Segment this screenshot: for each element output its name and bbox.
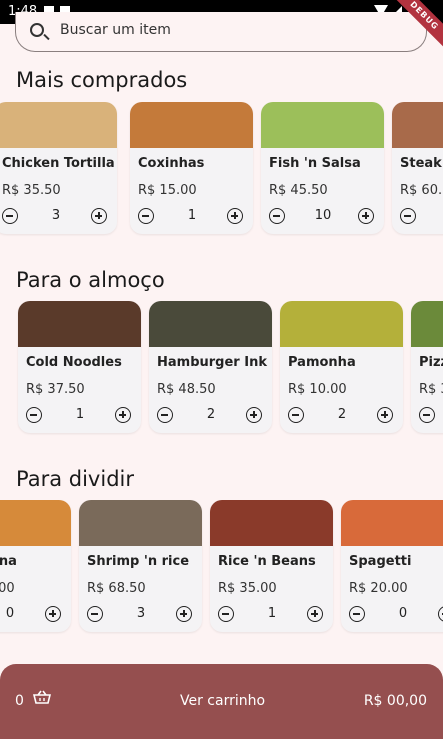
decrease-quantity-button[interactable] xyxy=(269,208,285,224)
product-price: R$ 37.50 xyxy=(26,382,85,397)
product-price: R$ 45.50 xyxy=(269,183,328,198)
product-name: Pizza xyxy=(419,355,443,370)
product-name: Fish 'n Salsa xyxy=(269,156,361,171)
product-carousel[interactable]: Cold Noodles R$ 37.50 1 Hamburger Ink R$ 48.… xyxy=(0,301,443,441)
product-image xyxy=(341,500,443,546)
increase-quantity-button[interactable] xyxy=(307,606,323,622)
product-name: Steak xyxy=(400,156,442,171)
product-price: R$ 20.00 xyxy=(349,581,408,596)
product-name: Shrimp 'n rice xyxy=(87,554,190,569)
increase-quantity-button[interactable] xyxy=(115,407,131,423)
decrease-quantity-button[interactable] xyxy=(26,407,42,423)
product-price: R$ 30.00 xyxy=(419,382,443,397)
quantity-value: 1 xyxy=(267,606,277,621)
product-name: Pamonha xyxy=(288,355,356,370)
decrease-quantity-button[interactable] xyxy=(157,407,173,423)
product-price: R$ 40.00 xyxy=(0,581,15,596)
product-name: Spagetti xyxy=(349,554,412,569)
product-carousel[interactable]: Chicken Tortilla R$ 35.50 3 Coxinhas R$ 15.0… xyxy=(0,102,443,242)
product-image xyxy=(130,102,253,148)
product-price: R$ 10.00 xyxy=(288,382,347,397)
product-card[interactable]: Lasagna R$ 40.00 0 xyxy=(0,500,71,632)
increase-quantity-button[interactable] xyxy=(45,606,61,622)
basket-icon xyxy=(32,690,52,704)
product-name: Rice 'n Beans xyxy=(218,554,316,569)
product-price: R$ 60.00 xyxy=(400,183,443,198)
decrease-quantity-button[interactable] xyxy=(2,208,18,224)
product-image xyxy=(261,102,384,148)
section-title: Para dividir xyxy=(16,467,134,491)
quantity-value: 0 xyxy=(398,606,408,621)
decrease-quantity-button[interactable] xyxy=(400,208,416,224)
quantity-value: 0 xyxy=(5,606,15,621)
quantity-value: 3 xyxy=(136,606,146,621)
cart-count: 0 xyxy=(15,693,24,709)
product-card[interactable]: Coxinhas R$ 15.00 1 xyxy=(130,102,253,234)
product-name: Hamburger Ink xyxy=(157,355,267,370)
product-image xyxy=(0,102,117,148)
search-placeholder: Buscar um item xyxy=(60,22,171,38)
increase-quantity-button[interactable] xyxy=(91,208,107,224)
product-card[interactable]: Fish 'n Salsa R$ 45.50 10 xyxy=(261,102,384,234)
decrease-quantity-button[interactable] xyxy=(288,407,304,423)
quantity-value: 10 xyxy=(314,208,332,223)
product-image xyxy=(210,500,333,546)
decrease-quantity-button[interactable] xyxy=(218,606,234,622)
product-carousel[interactable]: Lasagna R$ 40.00 0 Shrimp 'n rice R$ 68.50 3 R… xyxy=(0,500,443,640)
increase-quantity-button[interactable] xyxy=(377,407,393,423)
product-price: R$ 35.00 xyxy=(218,581,277,596)
product-image xyxy=(149,301,272,347)
search-bar[interactable]: Buscar um item xyxy=(15,12,427,52)
product-card[interactable]: SteakR$ 60.000 xyxy=(392,102,443,234)
increase-quantity-button[interactable] xyxy=(227,208,243,224)
product-card[interactable]: Cold Noodles R$ 37.50 1 xyxy=(18,301,141,433)
product-price: R$ 48.50 xyxy=(157,382,216,397)
product-image xyxy=(0,500,71,546)
product-price: R$ 35.50 xyxy=(2,183,61,198)
product-image xyxy=(18,301,141,347)
cart-bar[interactable]: 0 Ver carrinho R$ 00,00 xyxy=(0,664,443,739)
product-card[interactable]: Pamonha R$ 10.00 2 xyxy=(280,301,403,433)
product-card[interactable]: Shrimp 'n rice R$ 68.50 3 xyxy=(79,500,202,632)
product-card[interactable]: Hamburger Ink R$ 48.50 2 xyxy=(149,301,272,433)
increase-quantity-button[interactable] xyxy=(438,606,443,622)
product-name: Lasagna xyxy=(0,554,17,569)
increase-quantity-button[interactable] xyxy=(176,606,192,622)
decrease-quantity-button[interactable] xyxy=(349,606,365,622)
product-name: Cold Noodles xyxy=(26,355,122,370)
product-card[interactable]: Chicken Tortilla R$ 35.50 3 xyxy=(0,102,117,234)
product-card[interactable]: Rice 'n Beans R$ 35.00 1 xyxy=(210,500,333,632)
section-title: Mais comprados xyxy=(16,68,188,92)
product-image xyxy=(79,500,202,546)
increase-quantity-button[interactable] xyxy=(246,407,262,423)
product-price: R$ 15.00 xyxy=(138,183,197,198)
cart-total: R$ 00,00 xyxy=(363,693,427,709)
increase-quantity-button[interactable] xyxy=(358,208,374,224)
product-card[interactable]: PizzaR$ 30.000 xyxy=(411,301,443,433)
product-image xyxy=(411,301,443,347)
view-cart-label: Ver carrinho xyxy=(180,693,266,709)
decrease-quantity-button[interactable] xyxy=(419,407,435,423)
section-title: Para o almoço xyxy=(16,268,165,292)
product-price: R$ 68.50 xyxy=(87,581,146,596)
quantity-value: 3 xyxy=(51,208,61,223)
product-name: Chicken Tortilla xyxy=(2,156,115,171)
product-image xyxy=(392,102,443,148)
quantity-value: 2 xyxy=(206,407,216,422)
search-icon xyxy=(30,23,44,37)
product-card[interactable]: Spagetti R$ 20.00 0 xyxy=(341,500,443,632)
decrease-quantity-button[interactable] xyxy=(138,208,154,224)
quantity-value: 1 xyxy=(187,208,197,223)
decrease-quantity-button[interactable] xyxy=(87,606,103,622)
quantity-value: 2 xyxy=(337,407,347,422)
product-image xyxy=(280,301,403,347)
quantity-value: 1 xyxy=(75,407,85,422)
product-name: Coxinhas xyxy=(138,156,205,171)
